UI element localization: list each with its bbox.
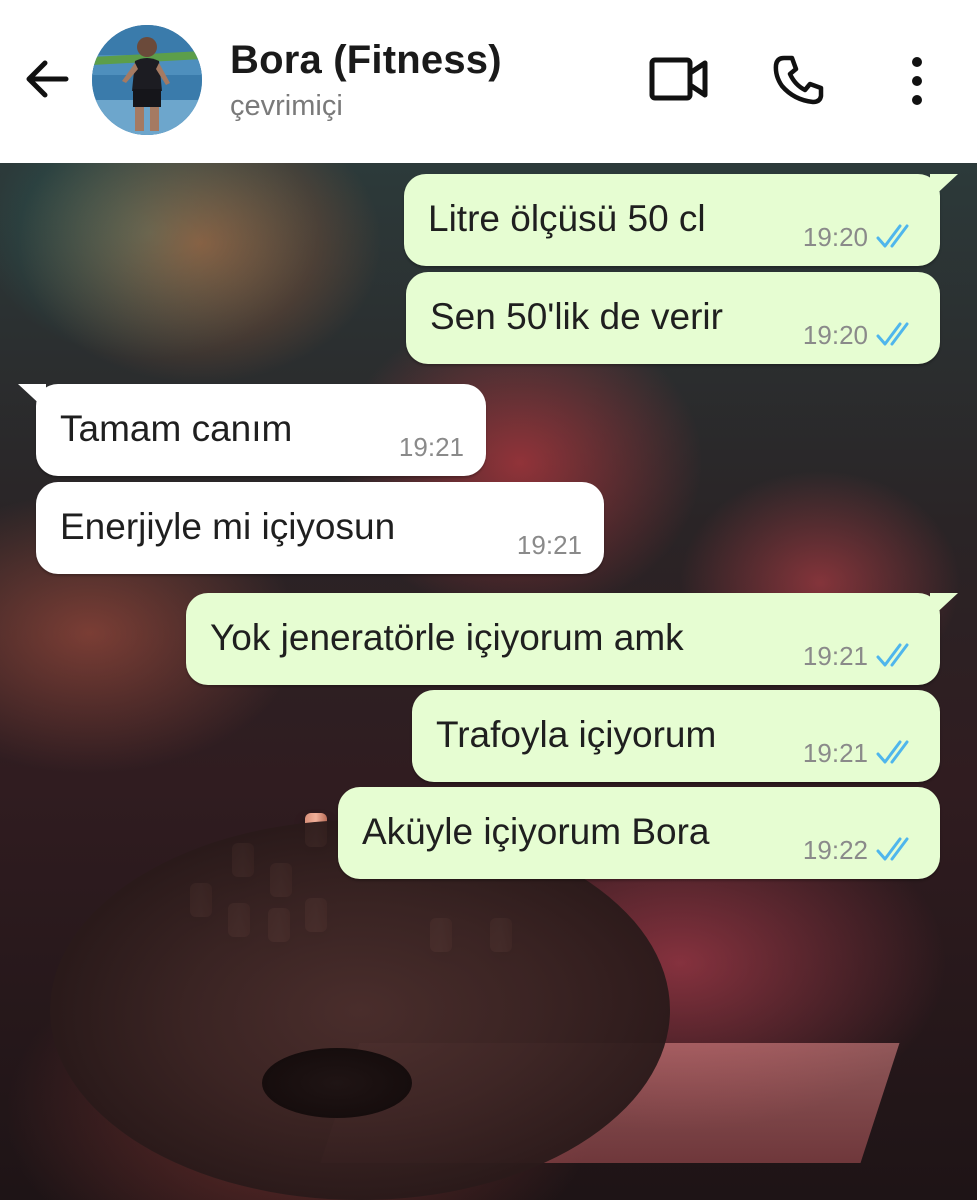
message-text: Sen 50'lik de verir: [430, 296, 723, 337]
voice-call-button[interactable]: [770, 52, 826, 108]
message-bubble-outgoing[interactable]: Yok jeneratörle içiyorum amk 19:21: [186, 593, 958, 685]
message-bubble-incoming[interactable]: Enerjiyle mi içiyosun 19:21: [36, 482, 604, 574]
wallpaper-turntable-hub: [262, 1048, 412, 1118]
message-time: 19:21: [398, 432, 464, 462]
chat-header: Bora (Fitness) çevrimiçi: [0, 0, 977, 163]
contact-status: çevrimiçi: [230, 90, 343, 122]
message-time: 19:20: [802, 320, 868, 350]
double-check-icon: [876, 837, 909, 861]
video-camera-icon: [649, 57, 708, 101]
avatar[interactable]: [92, 25, 202, 135]
double-check-icon: [876, 643, 909, 667]
message-time: 19:22: [802, 835, 868, 865]
message-bubble-incoming[interactable]: Tamam canım 19:21: [18, 384, 486, 476]
video-call-button[interactable]: [648, 54, 710, 104]
arrow-left-icon: [26, 60, 69, 98]
double-check-icon: [876, 224, 909, 248]
double-check-icon: [876, 740, 909, 764]
double-check-icon: [876, 322, 909, 346]
message-bubble-outgoing[interactable]: Litre ölçüsü 50 cl 19:20: [404, 174, 958, 266]
bubble-tail: [930, 174, 958, 200]
message-text: Enerjiyle mi içiyosun: [60, 506, 396, 547]
message-text: Tamam canım: [60, 408, 293, 449]
message-time: 19:21: [802, 738, 868, 768]
message-text: Aküyle içiyorum Bora: [362, 811, 710, 852]
message-text: Yok jeneratörle içiyorum amk: [210, 617, 684, 658]
menu-button[interactable]: [897, 54, 937, 108]
bubble-tail: [930, 593, 958, 619]
contact-name[interactable]: Bora (Fitness): [230, 38, 502, 83]
message-time: 19:21: [802, 641, 868, 671]
avatar-image: [92, 25, 202, 135]
message-text: Litre ölçüsü 50 cl: [428, 198, 706, 239]
more-vertical-icon: [912, 57, 922, 105]
message-bubble-outgoing[interactable]: Trafoyla içiyorum 19:21: [412, 690, 940, 782]
back-button[interactable]: [18, 50, 76, 108]
message-bubble-outgoing[interactable]: Aküyle içiyorum Bora 19:22: [338, 787, 940, 879]
message-time: 19:20: [802, 222, 868, 252]
message-text: Trafoyla içiyorum: [436, 714, 717, 755]
bubble-tail: [18, 384, 46, 410]
phone-icon: [773, 55, 824, 105]
message-time: 19:21: [516, 530, 582, 560]
message-bubble-outgoing[interactable]: Sen 50'lik de verir 19:20: [406, 272, 940, 364]
